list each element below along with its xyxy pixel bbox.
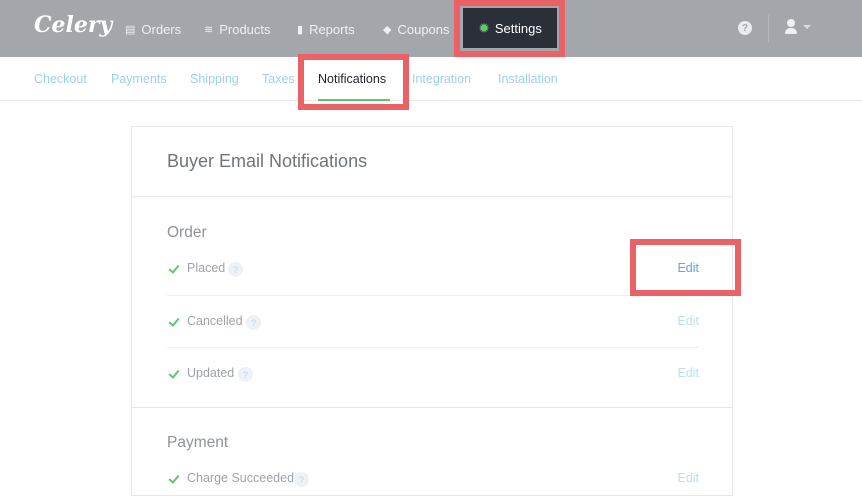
nav-orders-label: Orders xyxy=(141,21,182,37)
active-tab-indicator xyxy=(318,99,390,101)
celery-logo[interactable]: Celery xyxy=(34,12,112,38)
section-title-payment: Payment xyxy=(167,434,229,451)
tab-checkout[interactable]: Checkout xyxy=(34,72,87,86)
tab-integration[interactable]: Integration xyxy=(412,72,471,86)
edit-link-cancelled[interactable]: Edit xyxy=(677,314,699,328)
edit-link-charge-succeeded[interactable]: Edit xyxy=(677,471,699,485)
tab-payments[interactable]: Payments xyxy=(111,72,167,86)
coupons-icon: ◆ xyxy=(383,23,392,36)
nav-coupons[interactable]: ◆ Coupons xyxy=(383,20,450,38)
gear-icon: ✹ xyxy=(478,19,490,36)
question-icon[interactable]: ? xyxy=(238,367,253,382)
checkmark-icon[interactable] xyxy=(167,472,181,486)
row-separator xyxy=(167,347,699,348)
question-icon[interactable]: ? xyxy=(294,472,309,487)
question-icon[interactable]: ? xyxy=(228,262,243,277)
top-navbar: Celery ▤ Orders ≋ Products ▮ Reports ◆ C… xyxy=(0,0,862,57)
notification-row-charge-succeeded: Charge Succeeded ? Edit xyxy=(167,471,699,493)
navbar-divider xyxy=(768,15,769,42)
nav-coupons-label: Coupons xyxy=(397,21,450,37)
products-icon: ≋ xyxy=(204,23,214,36)
nav-orders[interactable]: ▤ Orders xyxy=(125,20,181,38)
user-icon-body xyxy=(785,28,797,34)
notification-row-updated: Updated ? Edit xyxy=(167,366,699,388)
tab-notifications[interactable]: Notifications xyxy=(318,72,386,86)
edit-link-updated[interactable]: Edit xyxy=(677,366,699,380)
settings-subnav: Checkout Payments Shipping Taxes Notific… xyxy=(0,57,862,101)
orders-icon: ▤ xyxy=(125,23,136,36)
help-icon[interactable]: ? xyxy=(738,21,752,35)
row-label: Cancelled xyxy=(187,314,243,328)
notification-row-placed: Placed ? Edit xyxy=(167,261,699,283)
nav-settings-label: Settings xyxy=(494,20,542,36)
edit-link-placed[interactable]: Edit xyxy=(677,261,699,275)
nav-products[interactable]: ≋ Products xyxy=(204,20,271,38)
user-icon-head xyxy=(787,19,795,27)
tab-installation[interactable]: Installation xyxy=(498,72,558,86)
card-title: Buyer Email Notifications xyxy=(167,151,368,171)
section-title-order: Order xyxy=(167,224,207,241)
question-icon[interactable]: ? xyxy=(246,315,261,330)
nav-reports[interactable]: ▮ Reports xyxy=(297,20,355,38)
checkmark-icon[interactable] xyxy=(167,367,181,381)
notification-row-cancelled: Cancelled ? Edit xyxy=(167,314,699,336)
user-icon[interactable] xyxy=(784,19,798,35)
row-label: Charge Succeeded xyxy=(187,471,295,485)
notifications-card: Buyer Email Notifications Order Placed ?… xyxy=(131,126,733,496)
row-label: Placed xyxy=(187,261,226,275)
reports-icon: ▮ xyxy=(297,23,304,36)
row-label: Updated xyxy=(187,366,235,380)
row-separator xyxy=(167,295,699,296)
checkmark-icon[interactable] xyxy=(167,315,181,329)
nav-reports-label: Reports xyxy=(309,21,355,37)
nav-settings[interactable]: ✹ Settings xyxy=(463,8,557,48)
checkmark-icon[interactable] xyxy=(167,262,181,276)
nav-products-label: Products xyxy=(219,21,271,37)
tab-taxes[interactable]: Taxes xyxy=(262,72,295,86)
card-divider xyxy=(132,407,732,408)
tab-shipping[interactable]: Shipping xyxy=(190,72,239,86)
card-divider xyxy=(132,196,732,197)
chevron-down-icon[interactable] xyxy=(803,25,811,29)
